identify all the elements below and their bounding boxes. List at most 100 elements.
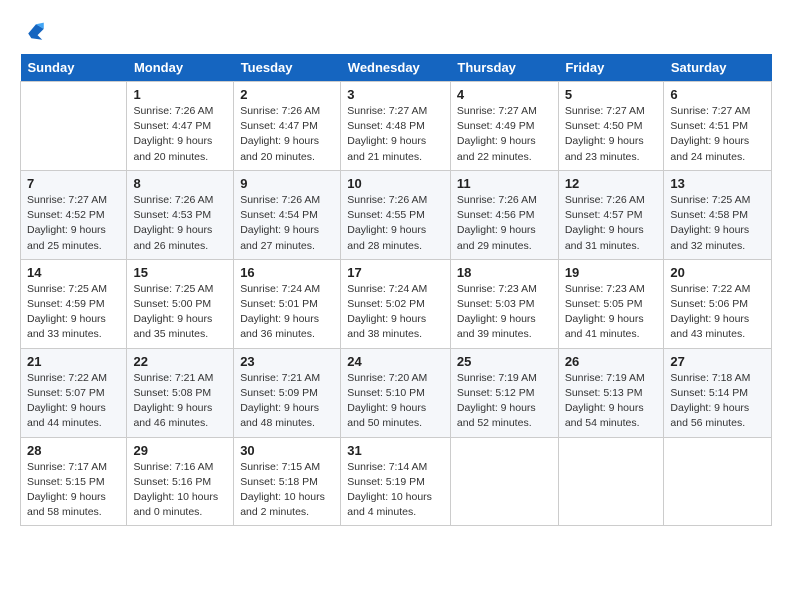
calendar-cell: 4 Sunrise: 7:27 AMSunset: 4:49 PMDaylight… [450, 82, 558, 171]
calendar-cell: 25 Sunrise: 7:19 AMSunset: 5:12 PMDayligh… [450, 348, 558, 437]
day-number: 9 [240, 176, 334, 191]
calendar-cell: 30 Sunrise: 7:15 AMSunset: 5:18 PMDayligh… [234, 437, 341, 526]
day-detail: Sunrise: 7:27 AMSunset: 4:48 PMDaylight:… [347, 104, 444, 165]
day-detail: Sunrise: 7:22 AMSunset: 5:06 PMDaylight:… [670, 282, 765, 343]
day-number: 18 [457, 265, 552, 280]
calendar-cell: 24Sunrise: 7:20 AMSunset: 5:10 PMDayligh… [341, 348, 451, 437]
day-number: 21 [27, 354, 120, 369]
calendar-cell [664, 437, 772, 526]
header [20, 18, 772, 46]
day-detail: Sunrise: 7:26 AMSunset: 4:53 PMDaylight:… [133, 193, 227, 254]
day-detail: Sunrise: 7:27 AMSunset: 4:50 PMDaylight:… [565, 104, 658, 165]
day-number: 13 [670, 176, 765, 191]
day-number: 24 [347, 354, 444, 369]
calendar-cell: 7 Sunrise: 7:27 AMSunset: 4:52 PMDaylight… [21, 170, 127, 259]
logo-bird-icon [22, 18, 50, 46]
weekday-header-thursday: Thursday [450, 54, 558, 82]
day-detail: Sunrise: 7:23 AMSunset: 5:03 PMDaylight:… [457, 282, 552, 343]
day-number: 15 [133, 265, 227, 280]
day-detail: Sunrise: 7:25 AMSunset: 4:59 PMDaylight:… [27, 282, 120, 343]
day-detail: Sunrise: 7:21 AMSunset: 5:09 PMDaylight:… [240, 371, 334, 432]
weekday-header-friday: Friday [558, 54, 664, 82]
weekday-header-wednesday: Wednesday [341, 54, 451, 82]
calendar-cell: 14 Sunrise: 7:25 AMSunset: 4:59 PMDayligh… [21, 259, 127, 348]
day-detail: Sunrise: 7:17 AMSunset: 5:15 PMDaylight:… [27, 460, 120, 521]
day-number: 16 [240, 265, 334, 280]
weekday-header-tuesday: Tuesday [234, 54, 341, 82]
page: SundayMondayTuesdayWednesdayThursdayFrid… [0, 0, 792, 544]
day-number: 12 [565, 176, 658, 191]
day-number: 6 [670, 87, 765, 102]
calendar-cell: 20 Sunrise: 7:22 AMSunset: 5:06 PMDayligh… [664, 259, 772, 348]
calendar-cell [21, 82, 127, 171]
day-number: 1 [133, 87, 227, 102]
calendar-cell: 10 Sunrise: 7:26 AMSunset: 4:55 PMDayligh… [341, 170, 451, 259]
day-detail: Sunrise: 7:26 AMSunset: 4:47 PMDaylight:… [240, 104, 334, 165]
calendar-cell: 17 Sunrise: 7:24 AMSunset: 5:02 PMDayligh… [341, 259, 451, 348]
calendar-cell: 23 Sunrise: 7:21 AMSunset: 5:09 PMDayligh… [234, 348, 341, 437]
week-row-4: 21 Sunrise: 7:22 AMSunset: 5:07 PMDayligh… [21, 348, 772, 437]
day-number: 17 [347, 265, 444, 280]
day-detail: Sunrise: 7:15 AMSunset: 5:18 PMDaylight:… [240, 460, 334, 521]
day-detail: Sunrise: 7:27 AMSunset: 4:52 PMDaylight:… [27, 193, 120, 254]
calendar-cell: 21 Sunrise: 7:22 AMSunset: 5:07 PMDayligh… [21, 348, 127, 437]
day-detail: Sunrise: 7:16 AMSunset: 5:16 PMDaylight:… [133, 460, 227, 521]
day-detail: Sunrise: 7:24 AMSunset: 5:01 PMDaylight:… [240, 282, 334, 343]
calendar-cell: 15 Sunrise: 7:25 AMSunset: 5:00 PMDayligh… [127, 259, 234, 348]
weekday-header-monday: Monday [127, 54, 234, 82]
day-number: 29 [133, 443, 227, 458]
day-number: 26 [565, 354, 658, 369]
calendar-cell [558, 437, 664, 526]
day-number: 23 [240, 354, 334, 369]
logo [20, 18, 50, 46]
calendar-cell [450, 437, 558, 526]
day-detail: Sunrise: 7:22 AMSunset: 5:07 PMDaylight:… [27, 371, 120, 432]
day-detail: Sunrise: 7:26 AMSunset: 4:56 PMDaylight:… [457, 193, 552, 254]
day-number: 11 [457, 176, 552, 191]
calendar-cell: 6 Sunrise: 7:27 AMSunset: 4:51 PMDaylight… [664, 82, 772, 171]
day-number: 25 [457, 354, 552, 369]
calendar-cell: 26Sunrise: 7:19 AMSunset: 5:13 PMDayligh… [558, 348, 664, 437]
day-detail: Sunrise: 7:26 AMSunset: 4:47 PMDaylight:… [133, 104, 227, 165]
day-number: 14 [27, 265, 120, 280]
day-number: 10 [347, 176, 444, 191]
day-detail: Sunrise: 7:27 AMSunset: 4:49 PMDaylight:… [457, 104, 552, 165]
day-number: 5 [565, 87, 658, 102]
calendar-cell: 3 Sunrise: 7:27 AMSunset: 4:48 PMDaylight… [341, 82, 451, 171]
day-number: 3 [347, 87, 444, 102]
day-number: 4 [457, 87, 552, 102]
calendar-cell: 1 Sunrise: 7:26 AMSunset: 4:47 PMDaylight… [127, 82, 234, 171]
day-detail: Sunrise: 7:26 AMSunset: 4:54 PMDaylight:… [240, 193, 334, 254]
day-number: 31 [347, 443, 444, 458]
calendar-cell: 16 Sunrise: 7:24 AMSunset: 5:01 PMDayligh… [234, 259, 341, 348]
day-detail: Sunrise: 7:24 AMSunset: 5:02 PMDaylight:… [347, 282, 444, 343]
calendar-cell: 12Sunrise: 7:26 AMSunset: 4:57 PMDayligh… [558, 170, 664, 259]
day-number: 30 [240, 443, 334, 458]
day-detail: Sunrise: 7:25 AMSunset: 4:58 PMDaylight:… [670, 193, 765, 254]
day-detail: Sunrise: 7:14 AMSunset: 5:19 PMDaylight:… [347, 460, 444, 521]
day-number: 27 [670, 354, 765, 369]
day-number: 7 [27, 176, 120, 191]
calendar-table: SundayMondayTuesdayWednesdayThursdayFrid… [20, 54, 772, 526]
calendar-cell: 22Sunrise: 7:21 AMSunset: 5:08 PMDayligh… [127, 348, 234, 437]
calendar-cell: 5 Sunrise: 7:27 AMSunset: 4:50 PMDaylight… [558, 82, 664, 171]
day-number: 28 [27, 443, 120, 458]
weekday-header-sunday: Sunday [21, 54, 127, 82]
day-number: 2 [240, 87, 334, 102]
calendar-cell: 28 Sunrise: 7:17 AMSunset: 5:15 PMDayligh… [21, 437, 127, 526]
day-detail: Sunrise: 7:26 AMSunset: 4:55 PMDaylight:… [347, 193, 444, 254]
weekday-header-row: SundayMondayTuesdayWednesdayThursdayFrid… [21, 54, 772, 82]
day-detail: Sunrise: 7:25 AMSunset: 5:00 PMDaylight:… [133, 282, 227, 343]
day-detail: Sunrise: 7:18 AMSunset: 5:14 PMDaylight:… [670, 371, 765, 432]
day-detail: Sunrise: 7:27 AMSunset: 4:51 PMDaylight:… [670, 104, 765, 165]
calendar-cell: 9 Sunrise: 7:26 AMSunset: 4:54 PMDaylight… [234, 170, 341, 259]
day-detail: Sunrise: 7:19 AMSunset: 5:12 PMDaylight:… [457, 371, 552, 432]
calendar-cell: 13 Sunrise: 7:25 AMSunset: 4:58 PMDayligh… [664, 170, 772, 259]
day-number: 20 [670, 265, 765, 280]
calendar-cell: 29 Sunrise: 7:16 AMSunset: 5:16 PMDayligh… [127, 437, 234, 526]
day-number: 19 [565, 265, 658, 280]
week-row-1: 1 Sunrise: 7:26 AMSunset: 4:47 PMDaylight… [21, 82, 772, 171]
calendar-cell: 31 Sunrise: 7:14 AMSunset: 5:19 PMDayligh… [341, 437, 451, 526]
calendar-cell: 2 Sunrise: 7:26 AMSunset: 4:47 PMDaylight… [234, 82, 341, 171]
day-detail: Sunrise: 7:21 AMSunset: 5:08 PMDaylight:… [133, 371, 227, 432]
